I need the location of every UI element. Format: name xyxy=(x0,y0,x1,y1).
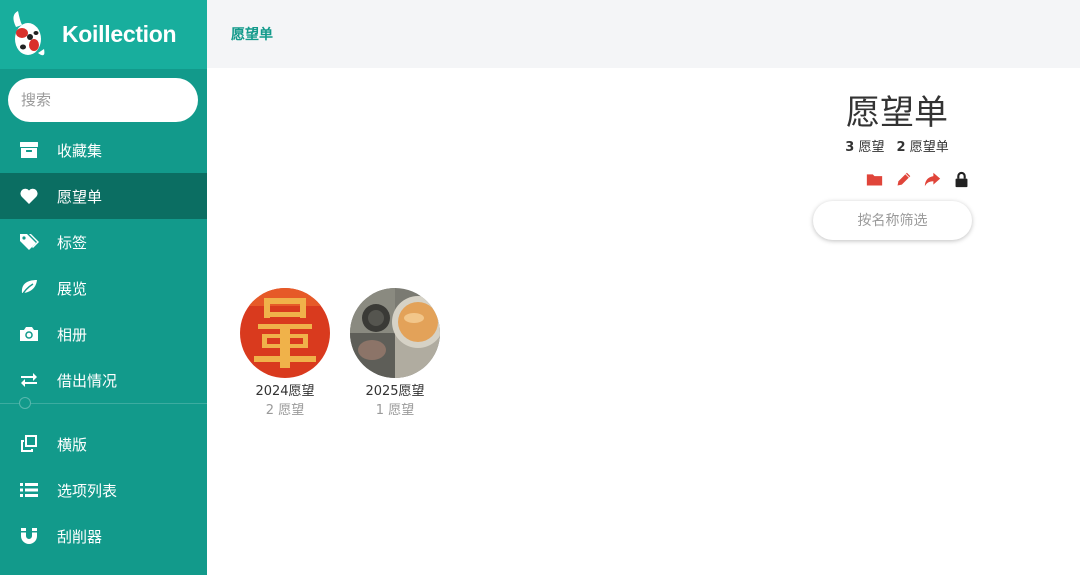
wishes-count: 3 xyxy=(845,140,855,155)
sidebar-item-tags[interactable]: 标签 xyxy=(0,219,207,265)
action-bar xyxy=(839,171,997,188)
sidebar: Koillection 收藏集 愿望单 标签 展览 xyxy=(0,0,207,575)
pencil-icon[interactable] xyxy=(895,171,912,188)
search-wrap xyxy=(0,69,207,127)
sidebar-item-label: 展览 xyxy=(57,279,88,298)
sidebar-item-collections[interactable]: 收藏集 xyxy=(0,127,207,173)
folder-icon[interactable] xyxy=(866,171,883,188)
page-header: 愿望单 3 愿望 2 愿望单 xyxy=(797,92,997,188)
wishlist-count: 2 愿望 xyxy=(265,403,305,418)
wishlist-name: 2024愿望 xyxy=(255,384,315,399)
wishlist-card[interactable]: 2024愿望 2 愿望 xyxy=(240,288,330,418)
sidebar-item-loans[interactable]: 借出情况 xyxy=(0,357,207,403)
sidebar-item-wishlists[interactable]: 愿望单 xyxy=(0,173,207,219)
wishlist-card[interactable]: 2025愿望 1 愿望 xyxy=(350,288,440,418)
filter-input[interactable] xyxy=(813,201,972,240)
tags-icon xyxy=(0,232,57,252)
list-icon xyxy=(0,480,57,500)
page-stats: 3 愿望 2 愿望单 xyxy=(797,136,997,155)
sidebar-item-label: 横版 xyxy=(57,435,88,454)
sidebar-item-albums[interactable]: 相册 xyxy=(0,311,207,357)
share-icon[interactable] xyxy=(924,171,941,188)
wishlist-thumbnail xyxy=(350,288,440,378)
leaf-icon xyxy=(0,278,57,298)
exchange-icon xyxy=(0,370,57,390)
sidebar-nav-secondary: 横版 选项列表 刮削器 xyxy=(0,421,207,559)
sidebar-nav: 收藏集 愿望单 标签 展览 相册 借出情况 xyxy=(0,127,207,403)
sidebar-item-exhibitions[interactable]: 展览 xyxy=(0,265,207,311)
wishlists-label: 愿望单 xyxy=(909,140,949,155)
camera-icon xyxy=(0,324,57,344)
main-content: 愿望单 3 愿望 2 愿望单 按名称筛选 2024愿望 2 愿望 2025愿望 … xyxy=(207,68,1080,575)
search-input[interactable] xyxy=(8,78,198,122)
sidebar-item-label: 收藏集 xyxy=(57,141,103,160)
wishlists-count: 2 xyxy=(896,140,906,155)
app-name: Koillection xyxy=(62,21,177,47)
heart-icon xyxy=(0,186,57,206)
magnet-icon xyxy=(0,526,57,546)
sidebar-item-scrapers[interactable]: 刮削器 xyxy=(0,513,207,559)
sidebar-item-label: 愿望单 xyxy=(57,187,103,206)
wishes-label: 愿望 xyxy=(858,140,885,155)
brand[interactable]: Koillection xyxy=(0,0,207,69)
page-title: 愿望单 xyxy=(846,93,948,133)
sidebar-item-label: 选项列表 xyxy=(57,481,118,500)
sidebar-item-label: 相册 xyxy=(57,325,88,344)
wishlist-count: 1 愿望 xyxy=(375,403,415,418)
breadcrumb[interactable]: 愿望单 xyxy=(231,24,273,44)
clone-icon xyxy=(0,434,57,454)
sidebar-divider xyxy=(0,397,207,421)
koi-logo-icon xyxy=(13,10,45,55)
sidebar-item-label: 借出情况 xyxy=(57,371,118,390)
wishlist-name: 2025愿望 xyxy=(365,384,425,399)
sidebar-item-label: 刮削器 xyxy=(57,527,103,546)
wishlist-thumbnail xyxy=(240,288,330,378)
wishlist-grid: 2024愿望 2 愿望 2025愿望 1 愿望 xyxy=(240,288,440,418)
archive-icon xyxy=(0,140,57,160)
sidebar-item-choice-lists[interactable]: 选项列表 xyxy=(0,467,207,513)
lock-icon[interactable] xyxy=(953,171,970,188)
topbar: 愿望单 xyxy=(207,0,1080,68)
sidebar-item-templates[interactable]: 横版 xyxy=(0,421,207,467)
sidebar-item-label: 标签 xyxy=(57,233,88,252)
